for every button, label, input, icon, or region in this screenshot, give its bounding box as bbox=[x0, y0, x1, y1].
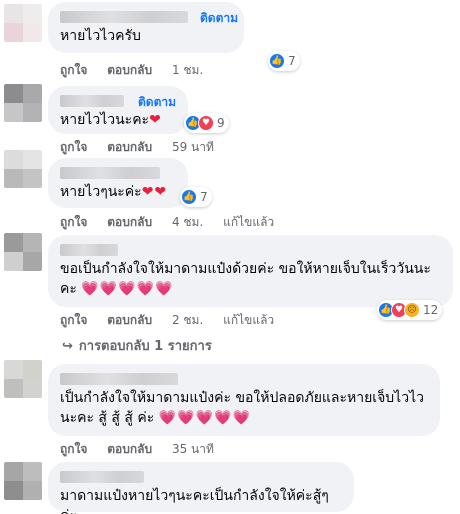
comment-actions: ถูกใจ ตอบกลับ 2 ชม. แก้ไขแล้ว bbox=[60, 311, 290, 330]
comment-text: มาดามแป๋งหายไวๆนะคะเป็นกำลังใจให้ค่ะสู้ๆ… bbox=[60, 488, 329, 514]
comment-text: หายไวไวครับ bbox=[60, 28, 141, 44]
comment-bubble: ติดตาม หายไวไวครับ bbox=[48, 2, 244, 53]
comment-text: ขอเป็นกำลังใจให้มาดามแป๋งด้วยค่ะ ขอให้หา… bbox=[60, 261, 431, 297]
comment-bubble: ขอเป็นกำลังใจให้มาดามแป๋งด้วยค่ะ ขอให้หา… bbox=[48, 235, 453, 307]
heart-emoji: ❤❤ bbox=[141, 184, 168, 200]
timestamp[interactable]: 1 ชม. bbox=[172, 63, 203, 77]
like-link[interactable]: ถูกใจ bbox=[60, 313, 87, 327]
reaction-summary[interactable]: 👍 7 bbox=[180, 187, 212, 207]
reaction-count: 12 bbox=[423, 303, 439, 317]
follow-button[interactable]: ติดตาม bbox=[200, 9, 238, 28]
comment-text: เป็นกำลังใจให้มาดามแป๋งค่ะ ขอให้ปลอดภัยแ… bbox=[60, 390, 424, 426]
timestamp[interactable]: 4 ชม. bbox=[172, 215, 203, 229]
timestamp[interactable]: 2 ชม. bbox=[172, 313, 203, 327]
author-name[interactable] bbox=[60, 95, 124, 107]
heart-emoji: 💗💗💗💗💗 bbox=[158, 410, 251, 426]
comment-actions: ถูกใจ ตอบกลับ 59 นาที bbox=[60, 138, 230, 157]
author-name[interactable] bbox=[60, 167, 160, 179]
sad-face-icon: ☹ bbox=[404, 302, 420, 318]
follow-button[interactable]: ติดตาม bbox=[138, 93, 176, 112]
reply-link[interactable]: ตอบกลับ bbox=[107, 313, 152, 327]
reply-link[interactable]: ตอบกลับ bbox=[107, 140, 152, 154]
avatar[interactable] bbox=[4, 233, 42, 271]
like-link[interactable]: ถูกใจ bbox=[60, 140, 87, 154]
reply-link[interactable]: ตอบกลับ bbox=[107, 442, 152, 456]
comment-bubble: ติดตาม หายไวไวนะคะ❤ bbox=[48, 86, 188, 134]
author-name[interactable] bbox=[60, 244, 118, 256]
avatar[interactable] bbox=[4, 462, 42, 500]
author-name[interactable] bbox=[60, 373, 178, 385]
author-name[interactable] bbox=[60, 11, 188, 23]
like-link[interactable]: ถูกใจ bbox=[60, 442, 87, 456]
heart-emoji: 💗💗💗💗💗 bbox=[81, 281, 174, 297]
reaction-summary[interactable]: 👍 ♥ 9 bbox=[184, 113, 229, 133]
comment-text: หายไวๆนะค่ะ❤❤ bbox=[60, 184, 168, 200]
comment-actions: ถูกใจ ตอบกลับ 1 ชม. bbox=[60, 61, 219, 80]
heart-emoji: ❤ bbox=[149, 112, 162, 128]
comment-actions: ถูกใจ ตอบกลับ 4 ชม. แก้ไขแล้ว bbox=[60, 213, 290, 232]
comment-text: หายไวไวนะคะ❤ bbox=[60, 112, 162, 128]
avatar[interactable] bbox=[4, 360, 42, 398]
reaction-count: 7 bbox=[288, 54, 296, 68]
reply-arrow-icon: ↪ bbox=[62, 339, 73, 354]
comment-actions: ถูกใจ ตอบกลับ 35 นาที bbox=[60, 440, 230, 459]
like-link[interactable]: ถูกใจ bbox=[60, 63, 87, 77]
avatar[interactable] bbox=[4, 84, 42, 122]
heart-icon: ♥ bbox=[198, 115, 214, 131]
reply-link[interactable]: ตอบกลับ bbox=[107, 63, 152, 77]
reply-link[interactable]: ตอบกลับ bbox=[107, 215, 152, 229]
timestamp[interactable]: 59 นาที bbox=[172, 140, 214, 154]
avatar[interactable] bbox=[4, 150, 42, 188]
reaction-summary[interactable]: 👍 ♥ ☹ 12 bbox=[377, 300, 443, 320]
reaction-summary[interactable]: 👍 7 bbox=[268, 51, 300, 71]
edited-label[interactable]: แก้ไขแล้ว bbox=[223, 313, 274, 327]
thumbs-up-icon: 👍 bbox=[181, 189, 197, 205]
timestamp[interactable]: 35 นาที bbox=[172, 442, 214, 456]
author-name[interactable] bbox=[60, 471, 144, 483]
comment-bubble: มาดามแป๋งหายไวๆนะคะเป็นกำลังใจให้ค่ะสู้ๆ… bbox=[48, 462, 354, 514]
reaction-count: 9 bbox=[217, 116, 225, 130]
view-replies-link[interactable]: ↪ การตอบกลับ 1 รายการ bbox=[62, 335, 212, 356]
edited-label[interactable]: แก้ไขแล้ว bbox=[223, 215, 274, 229]
thumbs-up-icon: 👍 bbox=[269, 53, 285, 69]
avatar[interactable] bbox=[4, 4, 42, 42]
comment-bubble: หายไวๆนะค่ะ❤❤ bbox=[48, 158, 188, 208]
reaction-count: 7 bbox=[200, 190, 208, 204]
like-link[interactable]: ถูกใจ bbox=[60, 215, 87, 229]
comment-bubble: เป็นกำลังใจให้มาดามแป๋งค่ะ ขอให้ปลอดภัยแ… bbox=[48, 364, 440, 436]
